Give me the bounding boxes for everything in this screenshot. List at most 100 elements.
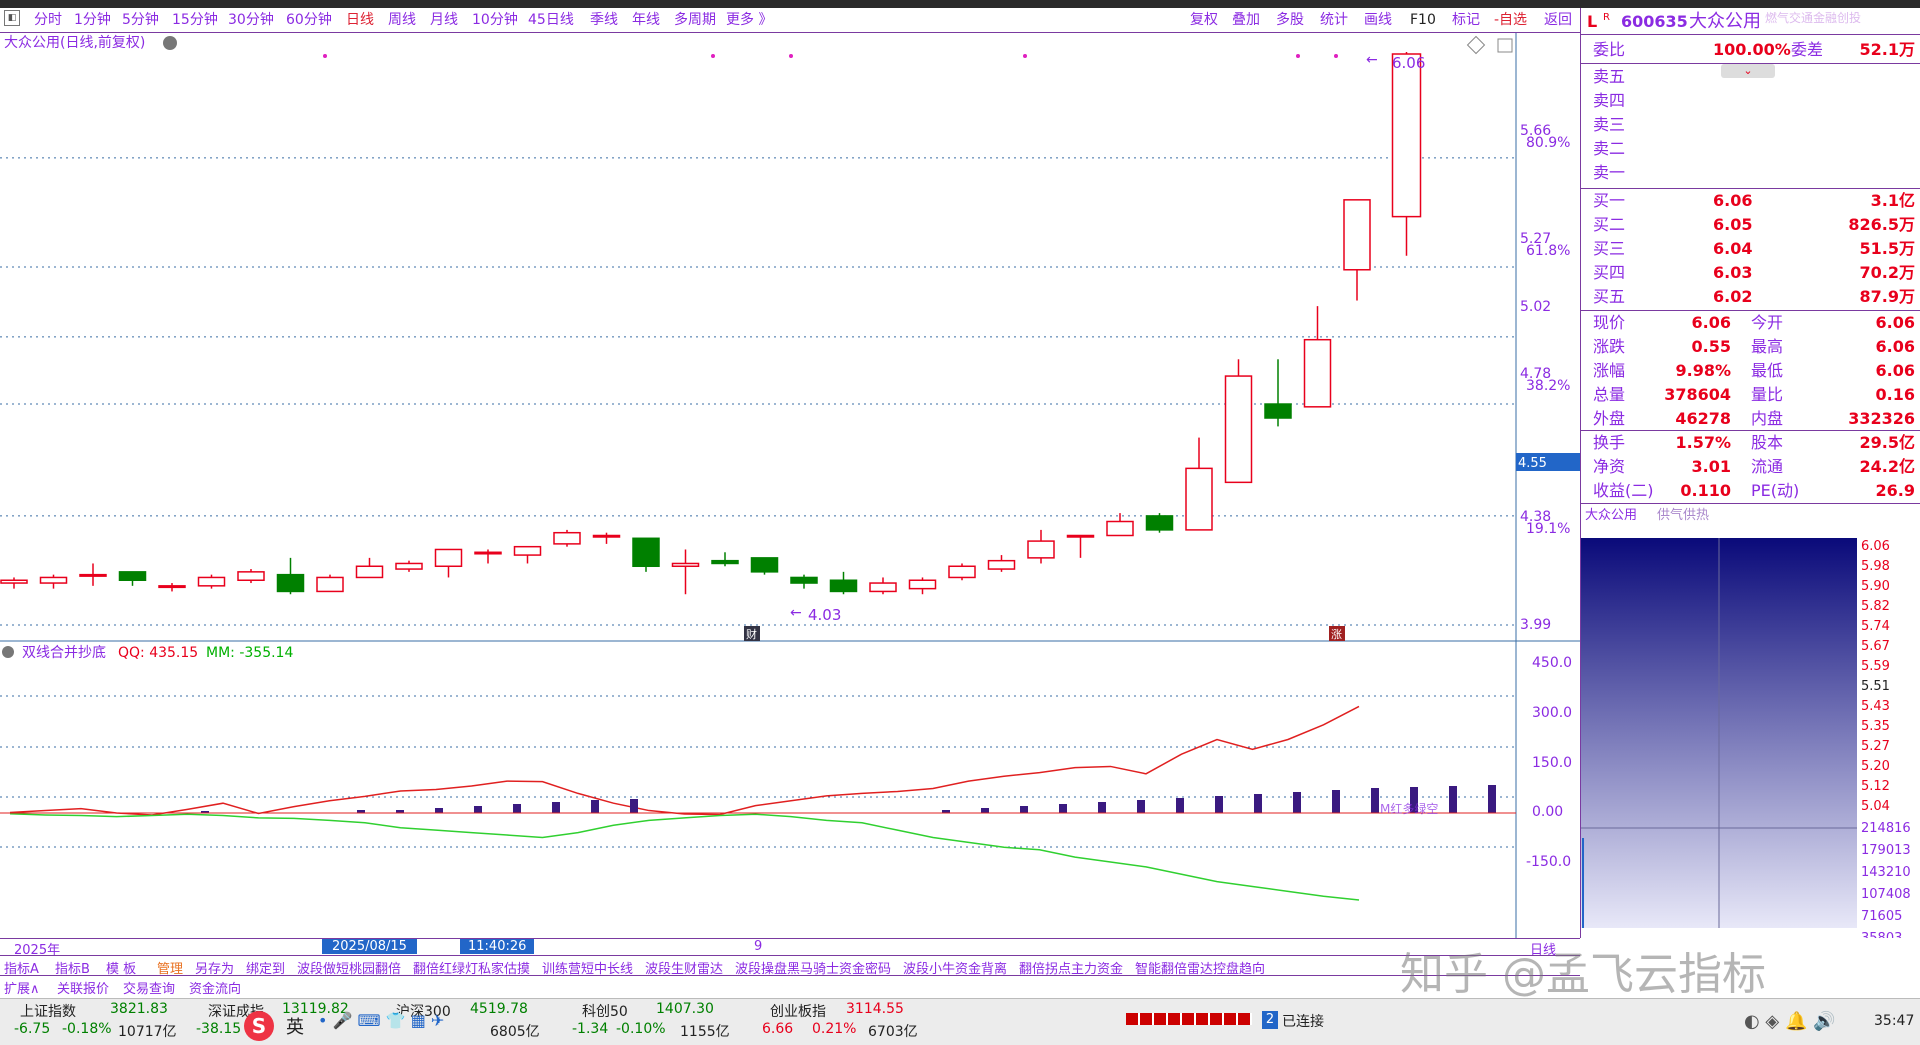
- profile-volume-label: 107408: [1861, 887, 1911, 902]
- extension-tab[interactable]: 交易查询: [123, 978, 175, 997]
- collapse-chevron-icon[interactable]: ⌄: [1721, 64, 1775, 78]
- indicator-axis-label: 0.00: [1532, 804, 1563, 820]
- period-tab[interactable]: 30分钟: [228, 11, 274, 29]
- connection-status[interactable]: 已连接: [1282, 1011, 1324, 1031]
- period-tab[interactable]: 多周期: [674, 11, 716, 29]
- ime-logo-icon[interactable]: S: [244, 1011, 274, 1041]
- profile-price-label: 5.27: [1861, 739, 1890, 754]
- extension-tab[interactable]: 资金流向: [189, 978, 241, 997]
- candle-body[interactable]: [1391, 53, 1422, 218]
- candle-body[interactable]: [948, 565, 976, 579]
- candle-body[interactable]: [513, 545, 542, 556]
- f10-button[interactable]: F10: [1410, 11, 1436, 29]
- period-tab[interactable]: 年线: [632, 11, 660, 29]
- candle-body[interactable]: [1264, 403, 1292, 419]
- candle-body[interactable]: [39, 576, 68, 584]
- candle-body[interactable]: [1106, 520, 1134, 537]
- sell-row: 卖二: [1581, 137, 1920, 161]
- extension-tab[interactable]: 关联报价: [57, 978, 109, 997]
- cursor-date: 2025/08/15: [322, 939, 417, 954]
- action-button[interactable]: 多股: [1276, 11, 1304, 29]
- candle-body[interactable]: [355, 565, 384, 579]
- chip-profile[interactable]: 6.06 5.98 5.90 5.82 5.74 5.67 5.59 5.51 5.43 5.35…: [1581, 528, 1920, 938]
- candle-body[interactable]: [1303, 338, 1332, 408]
- candle-body[interactable]: [790, 576, 818, 584]
- back-button[interactable]: 返回: [1544, 11, 1572, 29]
- tray-icons[interactable]: ◐ ◈ 🔔 🔊: [1744, 1011, 1836, 1032]
- period-tab[interactable]: 10分钟: [472, 11, 518, 29]
- ime-mode[interactable]: 英: [286, 1013, 304, 1039]
- index-name[interactable]: 科创50: [582, 1001, 628, 1021]
- stat-label: 净资: [1593, 457, 1626, 476]
- action-button[interactable]: 标记: [1452, 11, 1480, 29]
- index-name[interactable]: 上证指数: [20, 1001, 76, 1021]
- indicator-options-icon[interactable]: [2, 646, 14, 658]
- extension-tab[interactable]: 扩展∧: [4, 978, 40, 997]
- candle-body[interactable]: [869, 582, 897, 593]
- period-tab[interactable]: 月线: [430, 11, 458, 29]
- candle-body[interactable]: [197, 576, 226, 587]
- signal-dot: [789, 54, 793, 58]
- ime-toolbar-icons[interactable]: • 🎤 ⌨ 👕 ▦ ✈: [318, 1011, 444, 1030]
- candle-body[interactable]: [434, 548, 463, 568]
- candle-body[interactable]: [1145, 515, 1174, 531]
- candle-body[interactable]: [158, 585, 186, 589]
- candle-body[interactable]: [908, 579, 937, 590]
- current-price-tag-text: 4.55: [1518, 456, 1547, 471]
- signal-dot: [1023, 54, 1027, 58]
- period-tab[interactable]: 分时: [34, 11, 62, 29]
- index-name[interactable]: 创业板指: [770, 1001, 826, 1021]
- stat-row: 涨跌 0.55 最高 6.06: [1581, 335, 1920, 359]
- stat-label: 内盘: [1751, 409, 1784, 428]
- buy-volume: 87.9万: [1859, 287, 1915, 306]
- candle-body[interactable]: [750, 557, 779, 573]
- candle-body[interactable]: [671, 562, 700, 568]
- period-tab[interactable]: 5分钟: [122, 11, 159, 29]
- period-tab[interactable]: 季线: [590, 11, 618, 29]
- action-button[interactable]: 复权: [1190, 11, 1218, 29]
- candle-body[interactable]: [553, 531, 581, 545]
- chart-options-icon[interactable]: [163, 36, 177, 50]
- candle-body[interactable]: [237, 571, 265, 581]
- stat-label: 外盘: [1593, 409, 1626, 428]
- candle-body[interactable]: [1343, 199, 1371, 271]
- stat-row: 总量 378604 量比 0.16: [1581, 383, 1920, 407]
- period-tab[interactable]: 更多 》: [726, 11, 772, 29]
- action-button[interactable]: 叠加: [1232, 11, 1260, 29]
- candle-body[interactable]: [474, 551, 502, 555]
- watchlist-button[interactable]: -自选: [1494, 11, 1527, 29]
- action-button[interactable]: 画线: [1364, 11, 1392, 29]
- action-button[interactable]: 统计: [1320, 11, 1348, 29]
- candle-body[interactable]: [1185, 467, 1213, 531]
- candle-body[interactable]: [632, 537, 660, 568]
- period-tab[interactable]: 45日线: [528, 11, 574, 29]
- stat-value: 378604: [1664, 385, 1731, 404]
- candle-body[interactable]: [711, 559, 739, 565]
- candle-body[interactable]: [1066, 534, 1095, 538]
- candle-body[interactable]: [0, 579, 28, 584]
- candle-body[interactable]: [276, 573, 305, 593]
- candle-body[interactable]: [395, 562, 423, 570]
- period-tab[interactable]: 60分钟: [286, 11, 332, 29]
- profile-price-label: 5.20: [1861, 759, 1890, 774]
- candle-body[interactable]: [316, 576, 344, 593]
- candle-body[interactable]: [987, 559, 1016, 570]
- kline-chart[interactable]: 大众公用(日线,前复权) 6.06 ← 4.03 ← 财 涨 4.55 5.66…: [0, 33, 1580, 938]
- index-change: -38.15: [196, 1021, 242, 1037]
- panel-toggle-icon[interactable]: ◧: [4, 10, 20, 26]
- stat-label: 股本: [1751, 433, 1784, 452]
- candle-body[interactable]: [118, 571, 147, 581]
- period-tab[interactable]: 15分钟: [172, 11, 218, 29]
- period-tab-selected[interactable]: 日线: [346, 11, 374, 29]
- stat-label: 涨幅: [1593, 361, 1626, 380]
- candle-body[interactable]: [1027, 540, 1055, 559]
- candle-body[interactable]: [592, 534, 621, 538]
- trading-app: ◧ 分时 1分钟 5分钟 15分钟 30分钟 60分钟 日线 周线 月线 10分…: [0, 0, 1920, 1045]
- candle-body[interactable]: [1224, 375, 1253, 484]
- period-tab[interactable]: 1分钟: [74, 11, 111, 29]
- candle-body[interactable]: [829, 579, 858, 593]
- stat-row: 收益(二) 0.110 PE(动) 26.9: [1581, 479, 1920, 503]
- period-tab[interactable]: 周线: [388, 11, 416, 29]
- candle-body[interactable]: [79, 573, 107, 577]
- profile-volume-label: 143210: [1861, 865, 1911, 880]
